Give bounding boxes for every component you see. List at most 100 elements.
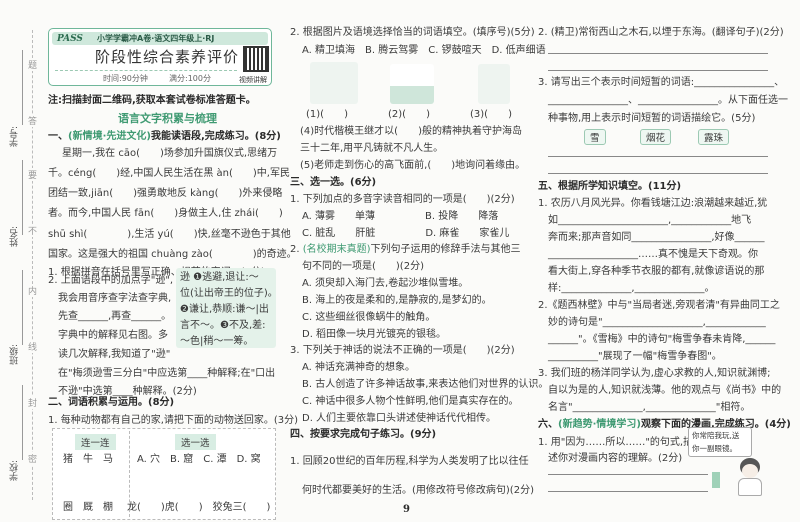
cloud-figure-picture: [478, 64, 510, 104]
fill-line: 名言"______________,______________"相符。: [548, 402, 751, 413]
question-2-line: 我会用音序查字法查字典,: [58, 293, 172, 304]
picture-answer[interactable]: (2)( ): [388, 108, 430, 122]
seal-char: 题: [28, 58, 38, 71]
option-snow[interactable]: 雪: [584, 129, 606, 145]
dict-line: ～色|稍～一筹。: [180, 336, 254, 347]
idiom-fill[interactable]: 龙( )虎( ) 狡兔三( ): [127, 501, 270, 515]
seal-char: 内: [28, 284, 38, 297]
question-2-line: 读几次解释,我知道了"逊": [58, 349, 171, 360]
drummers-picture: [310, 62, 358, 104]
animals[interactable]: 猪 牛 马: [63, 453, 113, 467]
question-4-2: 2. (精卫)常衔西山之木石,以堙于东海。(翻译句子)(2分): [538, 27, 784, 38]
pass-logo: PASS: [57, 34, 83, 44]
exam-header: PASS 小学学霸冲A卷·语文四年级上·RJ 阶段性综合素养评价 时间:90分钟…: [48, 28, 272, 86]
option: C. 神话中很多人物个性鲜明,他们是真实存在的。: [302, 396, 519, 407]
section-2-heading: 二、词语积累与运用。(8分): [48, 397, 175, 408]
seal-char: 密: [28, 452, 38, 465]
field-line: [22, 160, 23, 235]
options: A. 穴 B. 窟 C. 潭 D. 窝: [137, 454, 261, 465]
passage-line: 千。céng( )经,中国人民生活在黑 àn( )中,军民: [48, 168, 290, 179]
picture-answer[interactable]: (1)( ): [306, 108, 348, 122]
fill-line: 奔而来;那声音如同________________,好像______: [548, 232, 765, 243]
field-line: [22, 270, 23, 345]
question-1: 1. 每种动物都有自己的家,请把下面的动物送回家。(3分): [48, 415, 299, 426]
fill-line: __________________……真不愧是天下奇观。你: [548, 249, 758, 260]
passage-line: shū shì( ),生活 yú( )快,丝毫不逊色于其他: [48, 229, 291, 240]
question-4-3c: 种事物,用上表示时间短暂的词语描绘它。(5分): [548, 113, 756, 124]
question-6-1: 1. 用"因为……所以……"的句式,描: [538, 437, 694, 448]
fill-line: 样:______________,______________。: [548, 283, 715, 294]
option-fireworks[interactable]: 烟花: [640, 129, 672, 145]
bubble-line: 你一副眼镜。: [692, 444, 737, 453]
answer-line[interactable]: [548, 70, 768, 71]
fill-line: __________"展现了一幅"梅雪争春图"。: [548, 351, 722, 362]
qr-code-icon[interactable]: [243, 46, 269, 72]
homes[interactable]: 圈 厩 棚: [63, 501, 113, 515]
fill-line: 妙的诗句是"____________________,____________: [548, 317, 766, 328]
section-3-heading: 三、选一选。(6分): [290, 177, 377, 188]
dict-line: 言不～。❸不及,差:: [180, 320, 266, 331]
section-text: 我能读语段,完成练习。(8分): [150, 131, 281, 142]
options-cd: C. 脏乱 肝脏 D. 麻雀 家雀儿: [302, 228, 510, 239]
passage-line: 团结一致,jiān( )强勇敢地反 kàng( )外来侵略: [48, 188, 283, 199]
name-field[interactable]: 姓名:: [8, 226, 21, 247]
bubble-line: 你常陪我玩,送: [692, 431, 740, 440]
answer-line[interactable]: [548, 53, 768, 54]
passage-line: 星期一,我在 cāo( )场参加升国旗仪式,思绪万: [62, 148, 278, 159]
fill-line: 看大街上,穿各种季节衣服的都有,就像谚语说的那: [548, 266, 765, 277]
passage-line: 国家。这是强大的祖国 chuàng zào( )的奇迹。: [48, 249, 297, 260]
answer-line[interactable]: [548, 491, 708, 492]
section-6-heading: 六、(新趋势·情境学习)观察下面的漫画,完成练习。(4分): [538, 418, 791, 432]
question-2-line: 先查______,再查______。: [58, 311, 172, 322]
sea-bird-picture: [390, 64, 434, 104]
question-4-3b: ________________、________________。从下面任选一: [548, 95, 788, 106]
seal-char: 答: [28, 114, 38, 127]
school-field[interactable]: 学校:: [8, 460, 21, 481]
section-tag: (新趋势·情境学习): [558, 419, 641, 430]
section-5-heading: 五、根据所学知识填空。(11分): [538, 181, 682, 192]
class-field[interactable]: 班级:: [8, 344, 21, 365]
section-num: 六、: [538, 419, 558, 430]
student-id-field[interactable]: 学号:: [8, 126, 21, 147]
question-2-4b: 三十二年,用平凡铸就不凡人生。: [300, 143, 444, 154]
full-score: 满分:100分: [169, 74, 211, 83]
binding-line: [32, 30, 33, 500]
question-2: 2. 根据图片及语境选择恰当的词语填空。(填序号)(5分): [290, 27, 535, 38]
fill-line: 如______________________,____________地飞: [548, 215, 752, 226]
section-tag: (新情境·先进文化): [68, 131, 151, 142]
section-4-heading: 四、按要求完成句子练习。(9分): [290, 429, 437, 440]
seal-char: 线: [28, 340, 38, 353]
choose-label: 选一选: [175, 434, 216, 450]
answer-line[interactable]: [548, 474, 708, 475]
option-dew[interactable]: 露珠: [698, 129, 730, 145]
fill-line: 自以为是的人,知识就浅薄。他的观点与《尚书》中的: [548, 385, 782, 396]
dict-line: ❷谦让,恭顺:谦～|出: [180, 304, 269, 315]
dict-line: 逊 ❶逃避,退让:～: [180, 272, 259, 283]
answer-line[interactable]: [548, 173, 768, 174]
question-2-4: (4)时代楷模王继才以( )般的精神执着守护海岛: [300, 126, 522, 137]
question-3-2b: 句不同的一项是( )(2分): [302, 261, 424, 272]
options-ab: A. 薄雾 单薄 B. 投降 降落: [302, 211, 499, 222]
question-6-1b: 述你对漫画内容的理解。(2分): [548, 453, 683, 464]
fill-line: 1. 农历八月风光异。你看钱塘江边:浪潮越来越近,犹: [538, 198, 768, 209]
fill-line: ______"。《雪梅》中的诗句"梅雪争春未肯降,______: [548, 334, 776, 345]
option: B. 古人创造了许多神话故事,来表达他们对世界的认识。: [302, 379, 549, 390]
question-3-1: 1. 下列加点的多音字读音相同的一项是( )(2分): [290, 194, 515, 205]
qr-label: 视频讲解: [239, 76, 267, 84]
glasses-case-icon: [712, 472, 720, 488]
question-2-5: (5)老师走到伤心的高飞面前,( )地询问着缘由。: [300, 160, 526, 171]
section-num: 一、: [48, 131, 68, 142]
question-3-3: 3. 下列关于神话的说法不正确的一项是( )(2分): [290, 345, 515, 356]
field-line: [22, 50, 23, 125]
field-line: [22, 385, 23, 460]
question-4-1b: 何时代都要美好的生活。(用修改符号修改病句)(2分): [302, 485, 534, 496]
option: A. 神话充满神奇的想象。: [302, 362, 416, 373]
option: D. 稻田像一块月光镀亮的银毯。: [302, 329, 447, 340]
answer-line[interactable]: [548, 156, 768, 157]
word-options: A. 精卫填海 B. 腾云驾雾 C. 锣鼓喧天 D. 低声细语: [302, 45, 546, 56]
speech-bubble: 你常陪我玩,送 你一副眼镜。: [688, 427, 752, 457]
option: B. 海上的夜是柔和的,是静寂的,是梦幻的。: [302, 295, 492, 306]
option: A. 须臾却入海门去,卷起沙堆似雪堆。: [302, 278, 469, 289]
section-1-heading: 一、(新情境·先进文化)我能读语段,完成练习。(8分): [48, 130, 281, 144]
picture-answer[interactable]: (3)( ): [470, 108, 512, 122]
